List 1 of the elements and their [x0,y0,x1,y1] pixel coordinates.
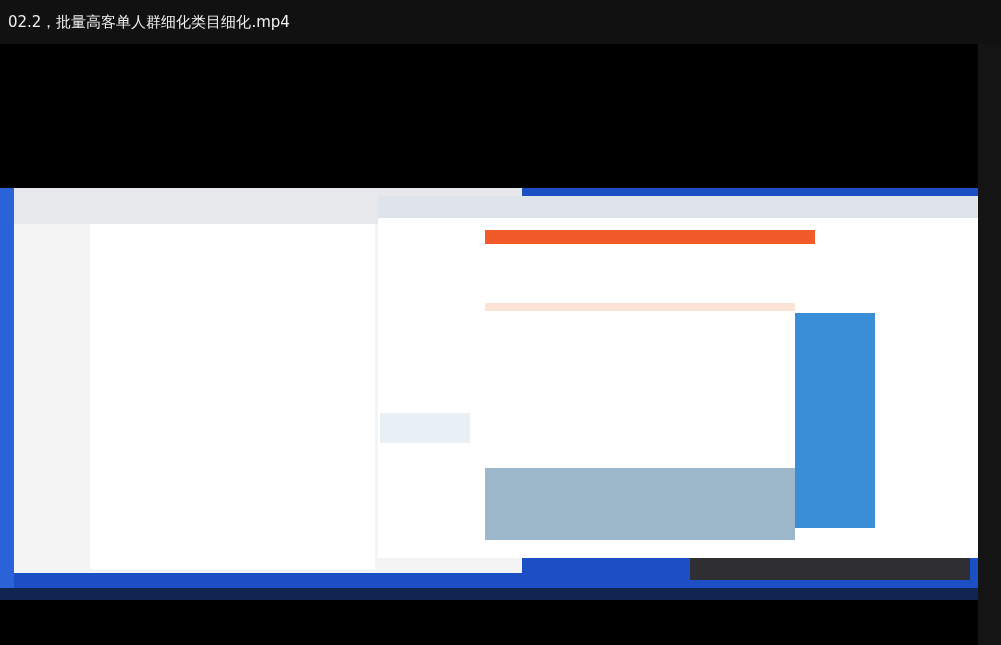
window-title: 02.2，批量高客单人群细化类目细化.mp4 [8,12,290,32]
